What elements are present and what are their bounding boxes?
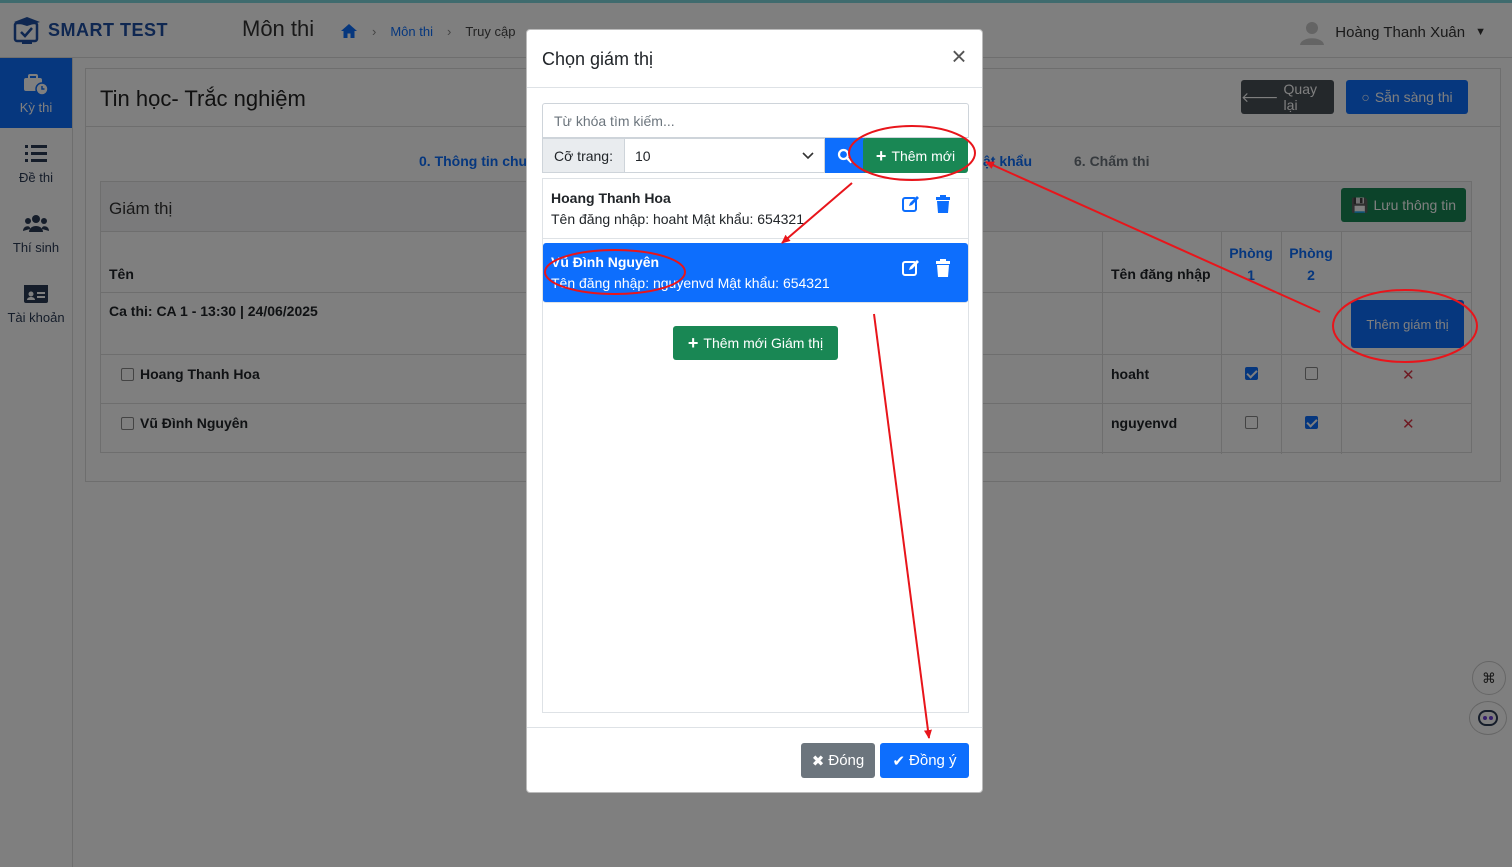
list-item[interactable]: Hoang Thanh Hoa Tên đăng nhập: hoaht Mật… (543, 179, 968, 239)
close-button-label: Đóng (828, 752, 865, 769)
add-new-button[interactable]: + Thêm mới (863, 138, 968, 173)
trash-icon[interactable] (934, 259, 952, 277)
edit-icon[interactable] (902, 195, 920, 213)
page-size-value: 10 (635, 147, 651, 164)
list-item-actions (902, 259, 952, 277)
confirm-button[interactable]: ✔ Đồng ý (880, 743, 969, 778)
list-item-info: Tên đăng nhập: nguyenvd Mật khẩu: 654321 (551, 275, 830, 291)
plus-icon: + (687, 333, 699, 353)
confirm-button-label: Đồng ý (909, 752, 957, 769)
modal-title: Chọn giám thị (542, 49, 654, 69)
add-new-label: Thêm mới (891, 147, 956, 164)
check-icon: ✔ (892, 752, 906, 770)
search-input[interactable] (542, 103, 969, 138)
plus-icon: + (875, 145, 887, 166)
trash-icon[interactable] (934, 195, 952, 213)
search-icon (837, 148, 853, 163)
list-item-name: Hoang Thanh Hoa (551, 190, 671, 206)
add-new-invigilator-label: Thêm mới Giám thị (703, 335, 824, 351)
select-invigilator-modal: Chọn giám thị × Cỡ trang: 10 + Thêm mới … (526, 29, 983, 793)
chevron-down-icon (802, 151, 814, 159)
close-icon[interactable]: × (948, 43, 970, 69)
list-item-selected[interactable]: Vũ Đình Nguyên Tên đăng nhập: nguyenvd M… (543, 243, 968, 303)
invigilator-list: Hoang Thanh Hoa Tên đăng nhập: hoaht Mật… (542, 178, 969, 713)
modal-footer-divider (527, 727, 982, 728)
list-item-name: Vũ Đình Nguyên (551, 254, 660, 270)
page-size-group: Cỡ trang: 10 (542, 138, 825, 173)
add-new-invigilator-button[interactable]: + Thêm mới Giám thị (673, 326, 838, 360)
edit-icon[interactable] (902, 259, 920, 277)
list-item-info: Tên đăng nhập: hoaht Mật khẩu: 654321 (551, 211, 804, 227)
list-item-actions (902, 195, 952, 213)
modal-header: Chọn giám thị × (527, 30, 982, 88)
page-size-label: Cỡ trang: (542, 138, 625, 173)
page-size-select[interactable]: 10 (625, 138, 825, 173)
search-button[interactable] (825, 138, 865, 173)
close-button[interactable]: ✖ Đóng (801, 743, 875, 778)
close-icon: ✖ (811, 752, 825, 770)
